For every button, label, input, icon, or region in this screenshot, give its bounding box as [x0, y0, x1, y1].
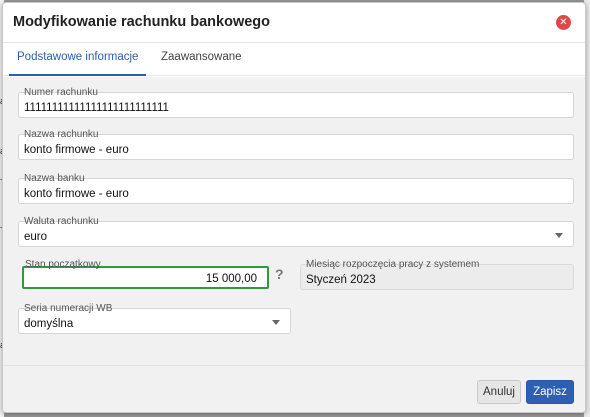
dialog-footer: Anuluj Zapisz — [3, 365, 585, 412]
edit-bank-account-dialog: Modyfikowanie rachunku bankowego ✕ Podst… — [2, 2, 586, 413]
account-name-field[interactable]: Nazwa rachunku konto firmowe - euro — [18, 130, 574, 160]
start-month-value: Styczeń 2023 — [306, 274, 376, 286]
account-number-label: Numer rachunku — [24, 87, 98, 98]
bank-name-field[interactable]: Nazwa banku konto firmowe - euro — [18, 174, 574, 204]
cancel-button[interactable]: Anuluj — [477, 380, 521, 404]
opening-balance-label: Stan początkowy — [25, 259, 101, 270]
close-icon[interactable]: ✕ — [556, 15, 571, 30]
currency-value: euro — [24, 231, 48, 243]
save-button[interactable]: Zapisz — [526, 380, 574, 404]
start-month-field: Miesiąc rozpoczęcia pracy z systemem Sty… — [300, 260, 574, 290]
start-month-label: Miesiąc rozpoczęcia pracy z systemem — [306, 259, 480, 270]
account-name-label: Nazwa rachunku — [24, 129, 99, 140]
bank-name-label: Nazwa banku — [24, 173, 85, 184]
currency-label: Waluta rachunku — [24, 216, 99, 227]
form-content: Numer rachunku 1111111111111111111111111… — [3, 77, 585, 365]
help-icon[interactable]: ? — [275, 266, 284, 282]
numbering-series-value: domyślna — [24, 318, 74, 330]
numbering-series-select[interactable]: Seria numeracji WB domyślna — [18, 304, 291, 334]
numbering-series-label: Seria numeracji WB — [24, 303, 113, 314]
opening-balance-value: 15 000,00 — [205, 273, 257, 285]
dialog-titlebar: Modyfikowanie rachunku bankowego ✕ — [3, 3, 585, 43]
account-name-value: konto firmowe - euro — [24, 144, 129, 156]
chevron-down-icon[interactable] — [272, 320, 280, 325]
bank-name-value: konto firmowe - euro — [24, 188, 129, 200]
chevron-down-icon[interactable] — [555, 233, 563, 238]
tab-basic-info[interactable]: Podstawowe informacje — [9, 43, 147, 76]
tab-advanced[interactable]: Zaawansowane — [153, 43, 250, 76]
account-number-value: 11111111111111111111111111 — [24, 102, 169, 114]
dialog-title: Modyfikowanie rachunku bankowego — [13, 14, 271, 30]
opening-balance-field[interactable]: Stan początkowy 15 000,00 — [22, 260, 269, 289]
account-number-field[interactable]: Numer rachunku 1111111111111111111111111… — [18, 88, 574, 118]
tab-bar: Podstawowe informacje Zaawansowane — [3, 43, 585, 76]
currency-select[interactable]: Waluta rachunku euro — [18, 217, 574, 247]
